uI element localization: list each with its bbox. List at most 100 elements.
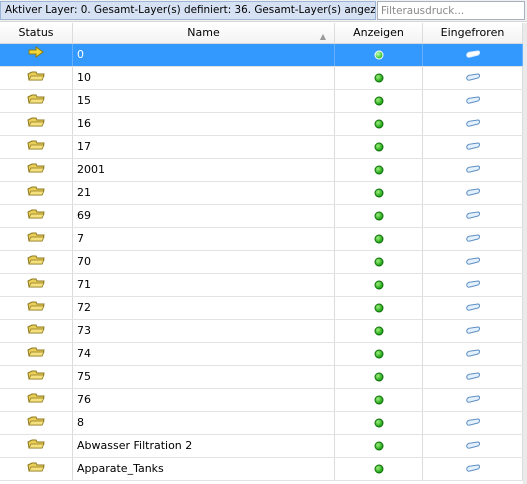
green-dot-icon[interactable] [374, 96, 383, 106]
name-cell[interactable]: 10 [73, 67, 335, 89]
green-dot-icon[interactable] [374, 188, 383, 198]
frozen-cell[interactable] [423, 113, 523, 135]
snowflake-thawed-icon[interactable] [465, 389, 481, 411]
green-dot-icon[interactable] [374, 464, 383, 474]
table-row[interactable]: 69 [0, 205, 527, 228]
name-cell[interactable]: 21 [73, 182, 335, 204]
green-dot-icon[interactable] [374, 257, 383, 267]
table-row[interactable]: 17 [0, 136, 527, 159]
name-cell[interactable]: Apparate_Tanks [73, 458, 335, 480]
frozen-cell[interactable] [423, 182, 523, 204]
name-cell[interactable]: 75 [73, 366, 335, 388]
show-cell[interactable] [335, 205, 423, 227]
status-cell[interactable] [0, 44, 73, 66]
green-dot-icon[interactable] [374, 349, 383, 359]
frozen-cell[interactable] [423, 458, 523, 480]
green-dot-icon[interactable] [374, 303, 383, 313]
show-cell[interactable] [335, 113, 423, 135]
green-dot-icon[interactable] [374, 211, 383, 221]
column-header-name[interactable]: Name ▲ [73, 23, 335, 43]
frozen-cell[interactable] [423, 44, 523, 66]
green-dot-icon[interactable] [374, 142, 383, 152]
status-cell[interactable] [0, 366, 73, 388]
table-row[interactable]: 8 [0, 412, 527, 435]
snowflake-thawed-icon[interactable] [465, 182, 481, 204]
show-cell[interactable] [335, 136, 423, 158]
snowflake-thawed-icon[interactable] [465, 343, 481, 365]
name-cell[interactable]: 15 [73, 90, 335, 112]
name-cell[interactable]: 17 [73, 136, 335, 158]
green-dot-icon[interactable] [374, 234, 383, 244]
name-cell[interactable]: 69 [73, 205, 335, 227]
table-row[interactable]: 10 [0, 67, 527, 90]
name-cell[interactable]: 71 [73, 274, 335, 296]
snowflake-thawed-icon[interactable] [465, 44, 481, 66]
snowflake-thawed-icon[interactable] [465, 251, 481, 273]
table-row[interactable]: 70 [0, 251, 527, 274]
status-cell[interactable] [0, 412, 73, 434]
show-cell[interactable] [335, 320, 423, 342]
frozen-cell[interactable] [423, 251, 523, 273]
status-cell[interactable] [0, 343, 73, 365]
snowflake-thawed-icon[interactable] [465, 297, 481, 319]
table-row[interactable]: 0 [0, 44, 527, 67]
show-cell[interactable] [335, 228, 423, 250]
name-cell[interactable]: 70 [73, 251, 335, 273]
frozen-cell[interactable] [423, 389, 523, 411]
status-cell[interactable] [0, 458, 73, 480]
show-cell[interactable] [335, 159, 423, 181]
snowflake-thawed-icon[interactable] [465, 159, 481, 181]
show-cell[interactable] [335, 343, 423, 365]
frozen-cell[interactable] [423, 435, 523, 457]
status-cell[interactable] [0, 90, 73, 112]
frozen-cell[interactable] [423, 228, 523, 250]
status-cell[interactable] [0, 205, 73, 227]
snowflake-thawed-icon[interactable] [465, 435, 481, 457]
status-cell[interactable] [0, 320, 73, 342]
show-cell[interactable] [335, 251, 423, 273]
column-header-status[interactable]: Status [0, 23, 73, 43]
frozen-cell[interactable] [423, 412, 523, 434]
green-dot-icon[interactable] [374, 119, 383, 129]
status-cell[interactable] [0, 182, 73, 204]
status-cell[interactable] [0, 389, 73, 411]
table-row[interactable]: 72 [0, 297, 527, 320]
show-cell[interactable] [335, 458, 423, 480]
status-cell[interactable] [0, 159, 73, 181]
table-row[interactable]: Abwasser Filtration 2 [0, 435, 527, 458]
frozen-cell[interactable] [423, 205, 523, 227]
snowflake-thawed-icon[interactable] [465, 366, 481, 388]
green-dot-icon[interactable] [374, 441, 383, 451]
name-cell[interactable]: 7 [73, 228, 335, 250]
table-row[interactable]: 75 [0, 366, 527, 389]
table-row[interactable]: 74 [0, 343, 527, 366]
status-cell[interactable] [0, 113, 73, 135]
table-row[interactable]: 71 [0, 274, 527, 297]
show-cell[interactable] [335, 412, 423, 434]
green-dot-icon[interactable] [374, 280, 383, 290]
name-cell[interactable]: 76 [73, 389, 335, 411]
show-cell[interactable] [335, 90, 423, 112]
show-cell[interactable] [335, 366, 423, 388]
name-cell[interactable]: Abwasser Filtration 2 [73, 435, 335, 457]
snowflake-thawed-icon[interactable] [465, 458, 481, 480]
snowflake-thawed-icon[interactable] [465, 113, 481, 135]
green-dot-icon[interactable] [374, 395, 383, 405]
table-row[interactable]: 21 [0, 182, 527, 205]
snowflake-thawed-icon[interactable] [465, 90, 481, 112]
show-cell[interactable] [335, 389, 423, 411]
show-cell[interactable] [335, 67, 423, 89]
table-row[interactable]: Apparate_Tanks [0, 458, 527, 481]
show-cell[interactable] [335, 44, 423, 66]
status-cell[interactable] [0, 136, 73, 158]
snowflake-thawed-icon[interactable] [465, 412, 481, 434]
green-dot-icon[interactable] [374, 326, 383, 336]
column-header-frozen[interactable]: Eingefroren [423, 23, 523, 43]
status-cell[interactable] [0, 435, 73, 457]
status-cell[interactable] [0, 297, 73, 319]
name-cell[interactable]: 8 [73, 412, 335, 434]
show-cell[interactable] [335, 297, 423, 319]
table-row[interactable]: 76 [0, 389, 527, 412]
status-cell[interactable] [0, 228, 73, 250]
show-cell[interactable] [335, 274, 423, 296]
